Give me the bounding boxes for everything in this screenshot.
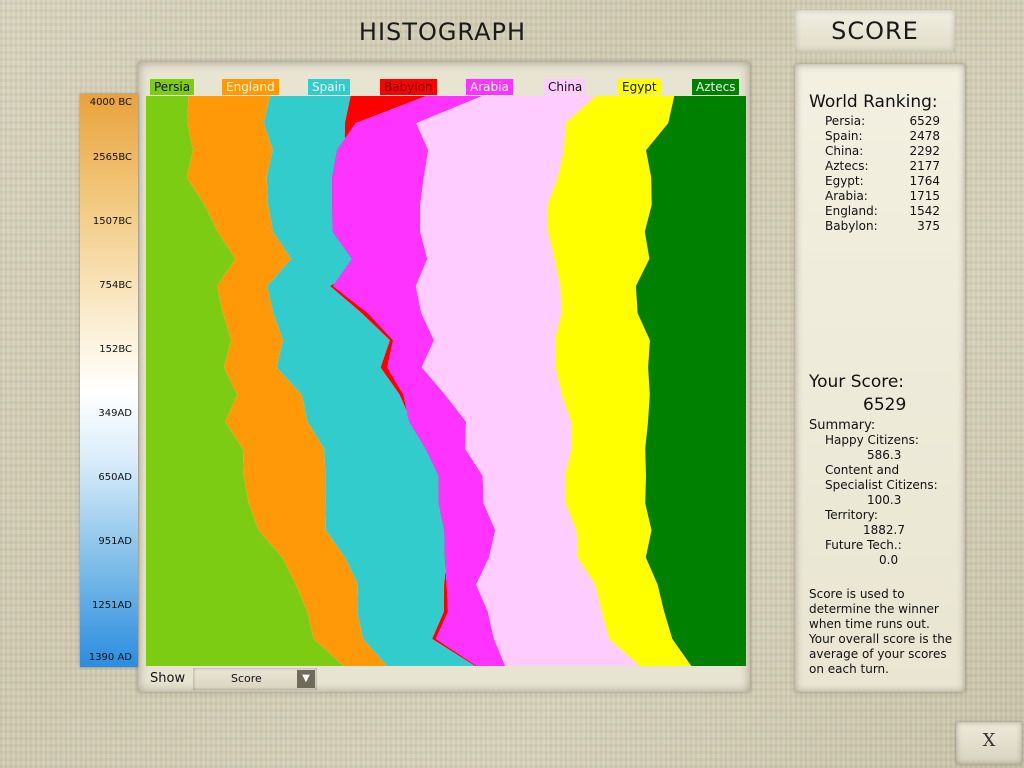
ranking-civ-name: Babylon:: [825, 219, 878, 233]
page-title: HISTOGRAPH: [358, 18, 527, 46]
ranking-civ-name: China:: [825, 144, 864, 158]
close-x-icon: X: [982, 730, 996, 751]
your-score-heading: Your Score:: [809, 372, 905, 392]
show-label: Show: [150, 671, 186, 686]
content-label-2: Specialist Citizens:: [825, 478, 938, 492]
ranking-row: Spain: 2478: [825, 129, 940, 144]
legend-item-aztecs: Aztecs: [692, 79, 740, 95]
time-tick-label: 1251AD: [92, 600, 132, 611]
territory-label: Territory:: [825, 508, 878, 522]
ranking-civ-score: 1715: [909, 189, 940, 203]
legend-item-persia: Persia: [150, 79, 195, 95]
close-button[interactable]: X: [956, 722, 1022, 764]
ranking-civ-name: England:: [825, 204, 878, 218]
legend-item-arabia: Arabia: [466, 79, 513, 95]
score-note-line: when time runs out.: [809, 617, 930, 631]
score-note-line: determine the winner: [809, 602, 939, 616]
ranking-civ-score: 2478: [909, 129, 940, 143]
happy-value: 586.3: [867, 448, 902, 462]
ranking-row: Babylon: 375: [825, 219, 940, 234]
world-ranking-heading: World Ranking:: [809, 92, 938, 112]
histograph-chart: [146, 96, 746, 666]
timeline-bar: 4000 BC 2565BC 1507BC 754BC 152BC 349AD 650AD 9…: [80, 94, 138, 667]
legend-item-spain: Spain: [308, 79, 350, 95]
ranking-civ-score: 1764: [909, 174, 940, 188]
time-tick-label: 1507BC: [92, 216, 132, 227]
legend-item-egypt: Egypt: [618, 79, 661, 95]
time-tick-label: 349AD: [98, 408, 132, 419]
ranking-civ-name: Aztecs:: [825, 159, 869, 173]
ranking-civ-name: Egypt:: [825, 174, 864, 188]
ranking-row: China: 2292: [825, 144, 940, 159]
score-note-line: on each turn.: [809, 662, 889, 676]
time-tick-label: 152BC: [99, 344, 132, 355]
territory-value: 1882.7: [863, 523, 905, 537]
ranking-row: Persia: 6529: [825, 114, 940, 129]
time-tick-label: 2565BC: [92, 152, 132, 163]
ranking-civ-score: 375: [917, 219, 940, 233]
ranking-row: Egypt: 1764: [825, 174, 940, 189]
score-note-line: Score is used to: [809, 587, 905, 601]
legend-item-babylon: Babylon: [380, 79, 437, 95]
ranking-civ-score: 2292: [909, 144, 940, 158]
time-tick-label: 951AD: [98, 536, 132, 547]
future-tech-value: 0.0: [879, 553, 899, 567]
score-note-line: Your overall score is the: [809, 632, 953, 646]
dropdown-arrow-icon[interactable]: ▼: [297, 670, 315, 688]
your-score-value: 6529: [863, 395, 907, 415]
histograph-svg: [146, 96, 746, 666]
ranking-civ-score: 6529: [909, 114, 940, 128]
summary-label: Summary:: [809, 418, 876, 433]
score-note-line: average of your scores: [809, 647, 947, 661]
show-dropdown[interactable]: Score ▼: [193, 668, 317, 690]
score-panel: World Ranking: Persia: 6529 Spain: 2478 Chin…: [795, 64, 965, 692]
score-tab[interactable]: SCORE: [795, 10, 955, 52]
ranking-civ-score: 1542: [909, 204, 940, 218]
time-tick-label: 4000 BC: [89, 97, 132, 108]
legend-item-england: England: [222, 79, 279, 95]
ranking-civ-name: Persia:: [825, 114, 866, 128]
ranking-civ-name: Spain:: [825, 129, 863, 143]
ranking-civ-name: Arabia:: [825, 189, 868, 203]
ranking-row: Arabia: 1715: [825, 189, 940, 204]
chart-legend: Persia England Spain Babylon Arabia China Egyp…: [146, 79, 746, 95]
content-value: 100.3: [867, 493, 902, 507]
ranking-row: England: 1542: [825, 204, 940, 219]
legend-item-china: China: [544, 79, 587, 95]
ranking-row: Aztecs: 2177: [825, 159, 940, 174]
time-tick-label: 650AD: [98, 472, 132, 483]
show-dropdown-value: Score: [231, 672, 262, 685]
time-tick-label: 1390 AD: [88, 652, 132, 663]
future-tech-label: Future Tech.:: [825, 538, 902, 552]
happy-label: Happy Citizens:: [825, 433, 919, 447]
ranking-civ-score: 2177: [909, 159, 940, 173]
content-label-1: Content and: [825, 463, 900, 477]
time-tick-label: 754BC: [99, 280, 132, 291]
